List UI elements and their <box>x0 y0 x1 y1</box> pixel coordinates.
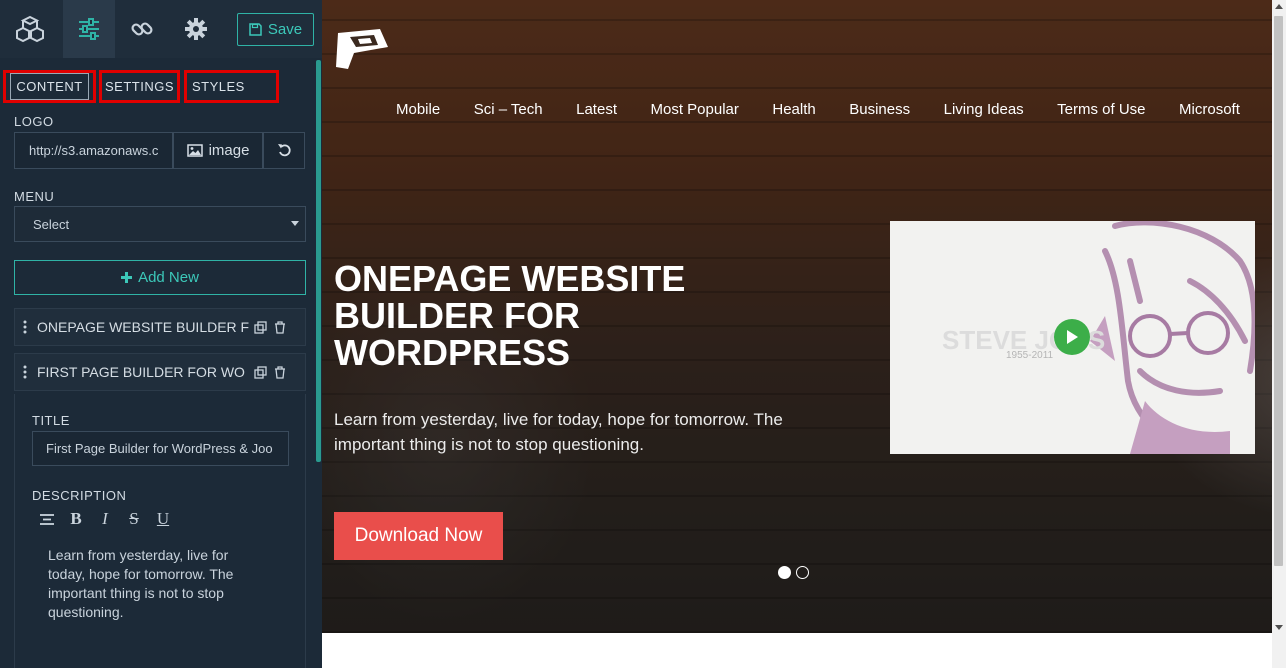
nav-item[interactable]: Health <box>772 101 815 118</box>
trash-icon[interactable] <box>270 365 290 379</box>
duplicate-icon[interactable] <box>250 320 270 334</box>
hero-title: ONEPAGE WEBSITE BUILDER FOR WORDPRESS <box>334 258 686 373</box>
item-title: ONEPAGE WEBSITE BUILDER F <box>37 319 250 335</box>
nav-item[interactable]: Sci – Tech <box>474 101 543 118</box>
tab-settings-label: SETTINGS <box>104 79 174 94</box>
tab-content-label: CONTENT <box>10 73 89 100</box>
logo-url-input[interactable]: http://s3.amazonaws.c <box>14 132 173 169</box>
nav-item[interactable]: Living Ideas <box>944 101 1024 118</box>
play-icon <box>1067 330 1078 344</box>
tab-styles-label: STYLES <box>192 79 245 94</box>
item-title: FIRST PAGE BUILDER FOR WO <box>37 364 245 380</box>
video-years: 1955-2011 <box>1006 350 1054 361</box>
text-format-toolbar: B I S U <box>38 509 172 528</box>
save-label: Save <box>267 21 303 38</box>
links-button[interactable] <box>116 0 168 58</box>
caret-down-icon <box>291 221 299 226</box>
panel-scrollbar[interactable] <box>316 60 321 462</box>
gear-button[interactable] <box>170 0 222 58</box>
save-button[interactable]: Save <box>237 13 314 46</box>
list-item[interactable]: ONEPAGE WEBSITE BUILDER F <box>14 308 306 346</box>
site-logo[interactable] <box>334 27 390 76</box>
tab-content[interactable]: CONTENT <box>3 70 96 103</box>
title-label: TITLE <box>32 413 70 428</box>
add-new-button[interactable]: Add New <box>14 260 306 295</box>
video-thumbnail[interactable]: STEVE JOBS 1955-2011 <box>890 221 1255 454</box>
gear-icon <box>185 18 207 40</box>
nav-item[interactable]: Most Popular <box>651 101 739 118</box>
site-preview: Mobile Sci – Tech Latest Most Popular He… <box>322 0 1272 633</box>
bold-icon[interactable]: B <box>67 509 85 528</box>
nav-item[interactable]: Business <box>849 101 910 118</box>
underline-icon[interactable]: U <box>154 509 172 528</box>
scroll-down-icon[interactable] <box>1275 625 1283 630</box>
description-editor[interactable]: Learn from yesterday, live for today, ho… <box>48 546 258 622</box>
tab-styles[interactable]: STYLES <box>184 70 279 103</box>
hero-description: Learn from yesterday, live for today, ho… <box>334 410 783 454</box>
site-nav: Mobile Sci – Tech Latest Most Popular He… <box>396 101 1240 118</box>
cubes-icon <box>16 15 44 43</box>
strikethrough-icon[interactable]: S <box>125 509 143 528</box>
align-center-icon[interactable] <box>38 510 56 528</box>
choose-image-button[interactable]: image <box>173 132 263 169</box>
italic-icon[interactable]: I <box>96 509 114 528</box>
undo-icon <box>277 144 291 157</box>
menu-selected-value: Select <box>33 216 70 232</box>
floppy-icon <box>249 23 262 36</box>
menu-select[interactable]: Select <box>14 206 306 242</box>
reset-logo-button[interactable] <box>263 132 305 169</box>
sliders-icon <box>79 18 99 40</box>
slider-pagination <box>778 566 809 579</box>
drag-handle-icon[interactable] <box>15 365 35 379</box>
download-now-button[interactable]: Download Now <box>334 512 503 560</box>
scroll-up-icon[interactable] <box>1275 4 1283 9</box>
editor-panel: Save CONTENT SETTINGS STYLES LOGO http:/… <box>0 0 322 668</box>
duplicate-icon[interactable] <box>250 365 270 379</box>
slide-dot[interactable] <box>796 566 809 579</box>
nav-item[interactable]: Latest <box>576 101 617 118</box>
nav-item[interactable]: Microsoft <box>1179 101 1240 118</box>
nav-item[interactable]: Terms of Use <box>1057 101 1145 118</box>
slide-dot-active[interactable] <box>778 566 791 579</box>
image-button-label: image <box>208 142 250 159</box>
image-icon <box>186 144 203 157</box>
page-below-hero <box>322 633 1272 668</box>
link-icon <box>131 22 153 36</box>
page-scrollbar[interactable] <box>1272 0 1286 668</box>
tab-settings[interactable]: SETTINGS <box>99 70 180 103</box>
plus-icon <box>121 272 133 283</box>
settings-panel-button[interactable] <box>63 0 115 58</box>
scroll-thumb[interactable] <box>1274 16 1283 566</box>
drag-handle-icon[interactable] <box>15 320 35 334</box>
title-input[interactable]: First Page Builder for WordPress & Joo <box>32 431 289 466</box>
list-item[interactable]: FIRST PAGE BUILDER FOR WO <box>14 353 306 391</box>
menu-label: MENU <box>14 189 55 204</box>
blocks-button[interactable] <box>4 0 56 58</box>
add-new-label: Add New <box>138 269 199 286</box>
nav-item[interactable]: Mobile <box>396 101 440 118</box>
trash-icon[interactable] <box>270 320 290 334</box>
play-button[interactable] <box>1054 319 1090 355</box>
description-label: DESCRIPTION <box>32 488 127 503</box>
logo-label: LOGO <box>14 114 54 129</box>
panel-toolbar: Save <box>0 0 322 58</box>
